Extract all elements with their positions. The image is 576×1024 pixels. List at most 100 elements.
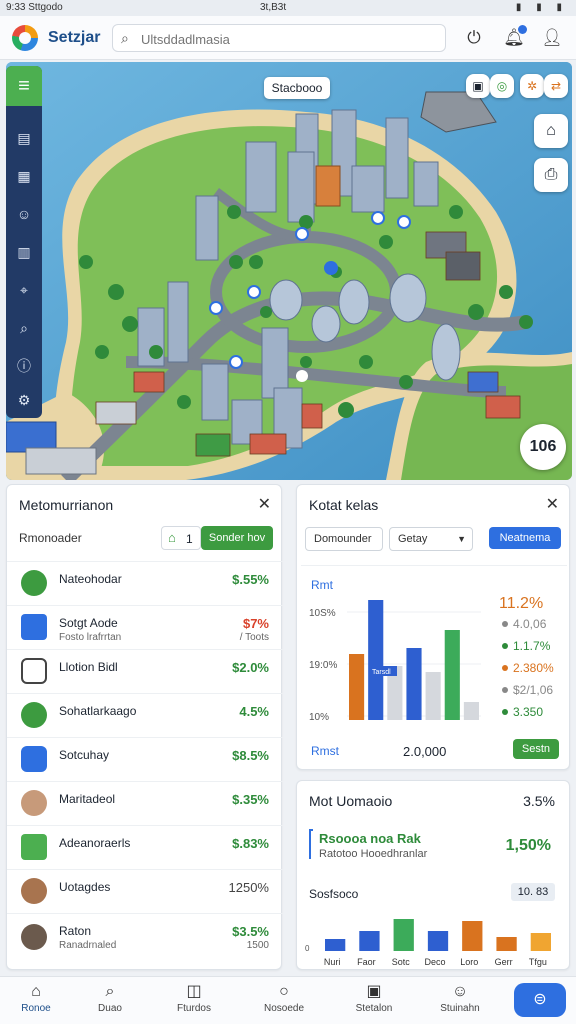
notification-badge [518, 25, 527, 34]
user-icon[interactable]: ☺ [12, 202, 36, 226]
gear-icon[interactable]: ⚙ [12, 388, 36, 412]
fab-button[interactable]: ⊜ [514, 983, 566, 1017]
item-name: Uotagdes [59, 880, 111, 894]
avatar [21, 790, 47, 816]
avatar [21, 924, 47, 950]
close-icon[interactable]: ✕ [546, 494, 559, 514]
info-icon[interactable]: ⓘ [12, 354, 36, 378]
search-bar[interactable]: ⌕ [112, 24, 446, 52]
close-icon[interactable]: ✕ [258, 494, 271, 514]
x-tick-label: Sotc [392, 957, 411, 967]
list-item[interactable]: Sohatlarkaago 4.5% [7, 693, 283, 737]
y-tick-label: 0 [305, 944, 310, 953]
bar[interactable] [325, 939, 346, 951]
map-share-icon[interactable]: ⇄ [544, 74, 568, 98]
item-value: $8.5% [232, 748, 269, 763]
bar[interactable] [425, 672, 441, 720]
nav-label: Stetalon [355, 1003, 393, 1014]
list-item[interactable]: Maritadeol $.35% [7, 781, 283, 825]
bar[interactable] [444, 630, 460, 720]
doc-icon[interactable]: ▤ [12, 126, 36, 150]
nav-label: Nosoede [263, 1003, 305, 1014]
map-illustration [6, 62, 572, 480]
status-icons: ▮ ▮ ▮ [515, 2, 568, 13]
list-item[interactable]: Uotagdes 1250% [7, 869, 283, 913]
apply-button[interactable]: Neatnema [489, 527, 561, 549]
list-item[interactable]: Sotcuhay $8.5% [7, 737, 283, 781]
plant-icon [21, 834, 47, 860]
chart-footer-label: Rmst [311, 744, 339, 758]
app-logo[interactable] [12, 25, 38, 51]
city-map[interactable]: Stacbooo ▣ ◎ ✲ ⇄ ⌂ ⎙ 106 [6, 62, 572, 480]
chart-panel: Kotat kelas ✕ Domounder Getay ▼ Neatnema… [296, 484, 570, 770]
item-subtitle: Ranadrnaled [59, 940, 117, 951]
list-item[interactable]: Adeanoraerls $.83% [7, 825, 283, 869]
bar[interactable] [349, 654, 365, 720]
legend-marker [502, 621, 508, 627]
filter-button[interactable]: Sonder hov [201, 526, 273, 550]
map-pin-tool-icon[interactable]: ⌂ [534, 114, 568, 148]
period-select[interactable]: Getay ▼ [389, 527, 473, 551]
leaf-icon [21, 702, 47, 728]
bar[interactable] [530, 933, 551, 951]
nav-item-calendar[interactable]: ▣ Stetalon [338, 981, 410, 1021]
profile-icon[interactable]: 👤︎ [540, 26, 564, 50]
bar[interactable] [462, 921, 483, 951]
map-refresh-icon[interactable]: ◎ [490, 74, 514, 98]
bar-chart: 10S% 19:0% 10% Tarsdl 11.2% 4.0,06 1.1.7% 2.380… [309, 595, 554, 723]
globe-icon: ○ [279, 983, 289, 1000]
search-input[interactable] [141, 29, 437, 49]
bar[interactable] [406, 648, 422, 720]
app-title: Setzjar [48, 29, 101, 46]
item-value: $7% [242, 616, 269, 631]
chart-footer-value: 2.0,000 [403, 744, 447, 759]
panel-title: Mot Uomaoio [309, 793, 393, 809]
nav-item-profile[interactable]: ☺ Stuinahn [424, 981, 496, 1021]
nav-item-search[interactable]: ⌕ Duao [74, 981, 146, 1021]
x-tick-label: Faor [357, 957, 376, 967]
nav-item-charts[interactable]: ◫ Fturdos [158, 981, 230, 1021]
calendar-icon: ▣ [366, 983, 382, 1000]
nav-label: Duao [98, 1003, 122, 1014]
chart-icon[interactable]: ▦ [12, 164, 36, 188]
bar[interactable] [496, 937, 517, 951]
menu-icon[interactable]: ≡ [6, 66, 42, 106]
list-item[interactable]: Nateohodar $.55% [7, 561, 283, 605]
y-tick-label: 10% [309, 712, 329, 723]
legend-value: 3.350 [513, 705, 543, 719]
filter-chip[interactable]: ⌂ 1 [161, 526, 201, 550]
bar[interactable] [368, 600, 384, 720]
bar[interactable] [427, 931, 449, 951]
map-settings-icon[interactable]: ✲ [520, 74, 544, 98]
item-subtitle: Fosto lrafrrtan [59, 632, 122, 643]
pin-icon[interactable]: ⌖ [12, 278, 36, 302]
search-icon[interactable]: ⌕ [12, 316, 36, 340]
y-tick-label: 10S% [309, 608, 336, 619]
map-layer-icon[interactable]: ▣ [466, 74, 490, 98]
chart-action-button[interactable]: Sestn [513, 739, 559, 759]
notification-icon[interactable]: 🔔︎ [502, 25, 527, 50]
legend-marker [502, 687, 508, 693]
list-item[interactable]: Llotion Bidl $2.0% [7, 649, 283, 693]
item-value: $2.0% [232, 660, 269, 675]
filter-input[interactable]: Domounder [305, 527, 383, 551]
map-counter[interactable]: 106 [520, 424, 566, 470]
map-location-label[interactable]: Stacbooo [264, 77, 330, 99]
nav-item-home[interactable]: ⌂ Ronoe [0, 981, 72, 1021]
item-sub-value: / Toots [239, 632, 269, 643]
list-item[interactable]: Sotgt Aode Fosto lrafrrtan $7% / Toots [7, 605, 283, 649]
item-name: Llotion Bidl [59, 660, 118, 674]
metric-headline: Rsoooa noa Rak [319, 831, 421, 846]
power-icon[interactable]: ⏻ [462, 26, 486, 50]
nav-item-globe[interactable]: ○ Nosoede [248, 981, 320, 1021]
panel-title: Metomurrianon [19, 497, 114, 513]
list-item[interactable]: Raton Ranadrnaled $3.5% 1500 [7, 913, 283, 965]
bar[interactable] [393, 919, 414, 951]
bar[interactable] [463, 702, 479, 720]
chart-icon: ◫ [186, 983, 202, 1000]
bar[interactable] [359, 931, 380, 951]
map-print-icon[interactable]: ⎙ [534, 158, 568, 192]
filter-count: 1 [186, 532, 193, 546]
building-icon[interactable]: ▥ [12, 240, 36, 264]
side-rail: ≡ ▤ ▦ ☺ ▥ ⌖ ⌕ ⓘ ⚙ [6, 66, 42, 418]
